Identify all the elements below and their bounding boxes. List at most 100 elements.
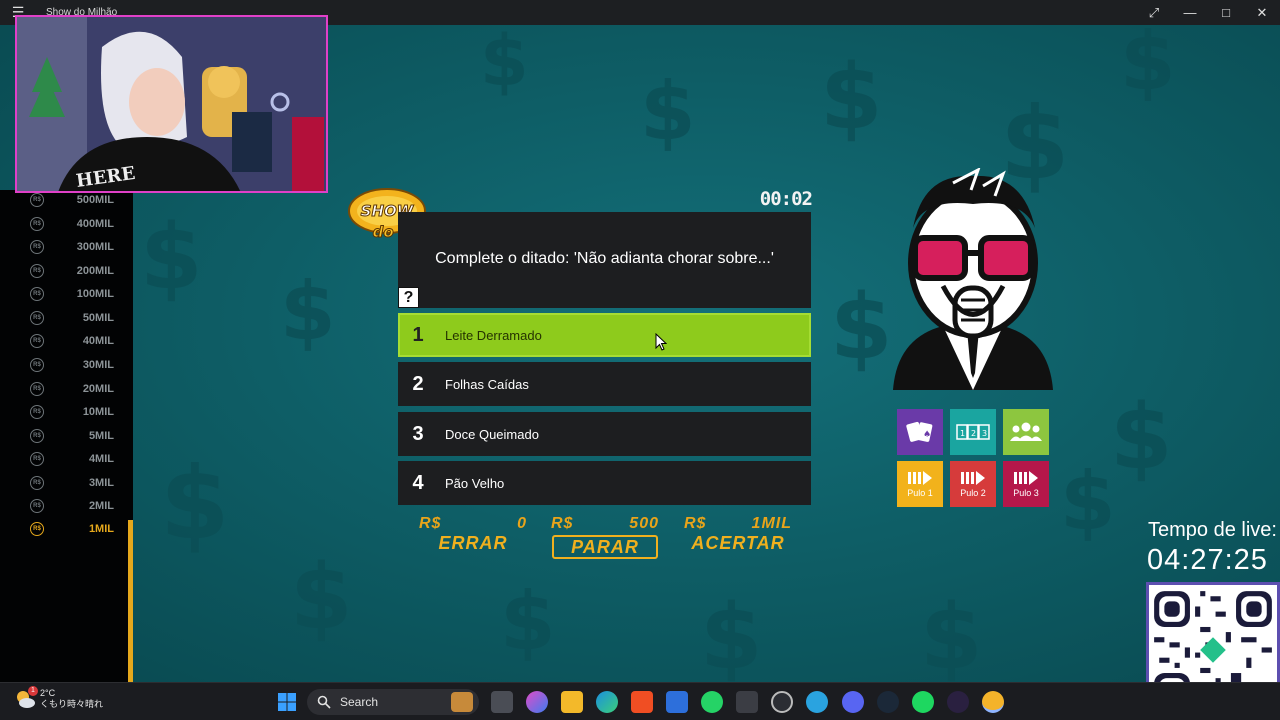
ladder-amount: 4MIL bbox=[88, 453, 114, 465]
copilot-icon[interactable] bbox=[526, 691, 548, 713]
question-timer: 00:02 bbox=[759, 188, 813, 210]
search-highlight-icon bbox=[451, 692, 473, 712]
app-icon[interactable] bbox=[736, 691, 758, 713]
minimize-icon[interactable]: — bbox=[1172, 0, 1208, 25]
coin-icon: R$ bbox=[30, 522, 44, 536]
store-icon[interactable] bbox=[666, 691, 688, 713]
dollar-watermark-icon: $ bbox=[160, 445, 230, 562]
discord-icon[interactable] bbox=[842, 691, 864, 713]
edge-icon[interactable] bbox=[596, 691, 618, 713]
answer-number: 1 bbox=[412, 323, 424, 346]
file-explorer-icon[interactable] bbox=[561, 691, 583, 713]
whatsapp-icon[interactable] bbox=[701, 691, 723, 713]
coin-icon: R$ bbox=[30, 240, 44, 254]
coin-icon: R$ bbox=[30, 287, 44, 301]
answer-label: Folhas Caídas bbox=[445, 376, 529, 392]
streamer-webcam-image: HERE bbox=[17, 17, 326, 191]
dollar-watermark-icon: $ bbox=[140, 205, 203, 310]
dollar-watermark-icon: $ bbox=[290, 545, 353, 650]
ladder-rung: R$ 3MIL bbox=[30, 473, 130, 493]
show-do-milhao-app-icon[interactable] bbox=[982, 691, 1004, 713]
close-icon[interactable]: ✕ bbox=[1244, 0, 1280, 25]
currency-label: R$ bbox=[551, 515, 574, 532]
ladder-rung: R$ 200MIL bbox=[30, 261, 130, 281]
ladder-amount: 2MIL bbox=[88, 500, 114, 512]
answer-option-3[interactable]: 3 Doce Queimado bbox=[398, 412, 811, 456]
answer-option-2[interactable]: 2 Folhas Caídas bbox=[398, 362, 811, 406]
score-acertar: R$ 1MIL ACERTAR bbox=[678, 515, 798, 554]
answer-label: Leite Derramado bbox=[445, 327, 542, 343]
coin-icon: R$ bbox=[30, 499, 44, 513]
weather-description: くもり時々晴れ bbox=[40, 699, 104, 709]
ladder-rung-current: R$ 1MIL bbox=[30, 519, 130, 539]
steam-icon[interactable] bbox=[877, 691, 899, 713]
answer-option-4[interactable]: 4 Pão Velho bbox=[398, 461, 811, 505]
acertar-label: ACERTAR bbox=[691, 533, 785, 553]
coin-icon: R$ bbox=[30, 429, 44, 443]
skip-icon bbox=[908, 471, 932, 485]
svg-text:♠: ♠ bbox=[923, 430, 931, 440]
lifeline-cards[interactable]: ♠ bbox=[897, 409, 943, 455]
weather-widget[interactable]: 1 2°C くもり時々晴れ bbox=[14, 686, 104, 710]
coin-icon: R$ bbox=[30, 334, 44, 348]
telegram-icon[interactable] bbox=[806, 691, 828, 713]
answer-number: 3 bbox=[412, 422, 424, 445]
webcam-overlay: HERE bbox=[15, 15, 328, 193]
parar-button[interactable]: PARAR bbox=[552, 535, 658, 559]
ladder-amount: 20MIL bbox=[82, 383, 114, 395]
live-time-value: 04:27:25 bbox=[1147, 544, 1268, 576]
parar-value: 500 bbox=[629, 515, 659, 532]
lifeline-pulo-2[interactable]: Pulo 2 bbox=[950, 461, 996, 507]
answer-label: Pão Velho bbox=[445, 475, 505, 491]
ladder-amount: 100MIL bbox=[76, 288, 114, 300]
ladder-rung: R$ 4MIL bbox=[30, 449, 130, 469]
cards-icon: ♠ bbox=[906, 421, 933, 442]
search-placeholder: Search bbox=[340, 695, 379, 709]
svg-text:1: 1 bbox=[960, 429, 965, 438]
coin-icon: R$ bbox=[30, 358, 44, 372]
windows-start-icon[interactable] bbox=[276, 691, 298, 713]
lifeline-placards[interactable]: 123 bbox=[950, 409, 996, 455]
question-panel: Complete o ditado: 'Não adianta chorar s… bbox=[398, 212, 811, 308]
mouse-cursor-icon bbox=[655, 333, 667, 351]
chatgpt-icon[interactable] bbox=[771, 691, 793, 713]
score-parar[interactable]: R$ 500 PARAR bbox=[545, 515, 665, 559]
ladder-progress-bar bbox=[128, 520, 133, 682]
obs-icon[interactable] bbox=[947, 691, 969, 713]
coin-icon: R$ bbox=[30, 264, 44, 278]
currency-label: R$ bbox=[419, 515, 442, 532]
taskbar-search-box[interactable]: Search bbox=[307, 689, 479, 715]
lifeline-caption: Pulo 1 bbox=[907, 488, 933, 498]
help-button[interactable]: ? bbox=[398, 287, 419, 308]
ladder-rung: R$ 2MIL bbox=[30, 496, 130, 516]
brave-icon[interactable] bbox=[631, 691, 653, 713]
lifeline-pulo-3[interactable]: Pulo 3 bbox=[1003, 461, 1049, 507]
spotify-icon[interactable] bbox=[912, 691, 934, 713]
ladder-rung: R$ 10MIL bbox=[30, 402, 130, 422]
lifeline-group[interactable] bbox=[1003, 409, 1049, 455]
coin-icon: R$ bbox=[30, 476, 44, 490]
dollar-watermark-icon: $ bbox=[480, 25, 529, 102]
dollar-watermark-icon: $ bbox=[640, 65, 696, 158]
ladder-rung: R$ 300MIL bbox=[30, 237, 130, 257]
placards-icon: 123 bbox=[956, 424, 990, 440]
maximize-icon[interactable]: □ bbox=[1208, 0, 1244, 25]
errar-label: ERRAR bbox=[438, 533, 508, 553]
answer-option-1[interactable]: 1 Leite Derramado bbox=[398, 313, 811, 357]
svg-text:2: 2 bbox=[971, 429, 976, 438]
task-view-icon[interactable] bbox=[491, 691, 513, 713]
dollar-watermark-icon: $ bbox=[1120, 25, 1176, 108]
errar-value: 0 bbox=[517, 515, 527, 532]
lifeline-pulo-1[interactable]: Pulo 1 bbox=[897, 461, 943, 507]
answer-number: 4 bbox=[412, 471, 424, 494]
coin-icon: R$ bbox=[30, 382, 44, 396]
expand-icon[interactable]: ⤢ bbox=[1136, 0, 1172, 25]
ladder-amount: 30MIL bbox=[82, 359, 114, 371]
question-text: Complete o ditado: 'Não adianta chorar s… bbox=[435, 250, 774, 267]
dollar-watermark-icon: $ bbox=[700, 585, 763, 682]
weather-badge: 1 bbox=[28, 686, 38, 696]
svg-text:3: 3 bbox=[982, 429, 987, 438]
ladder-amount: 5MIL bbox=[88, 430, 114, 442]
dollar-watermark-icon: $ bbox=[1110, 385, 1173, 490]
ladder-amount: 500MIL bbox=[76, 194, 114, 206]
